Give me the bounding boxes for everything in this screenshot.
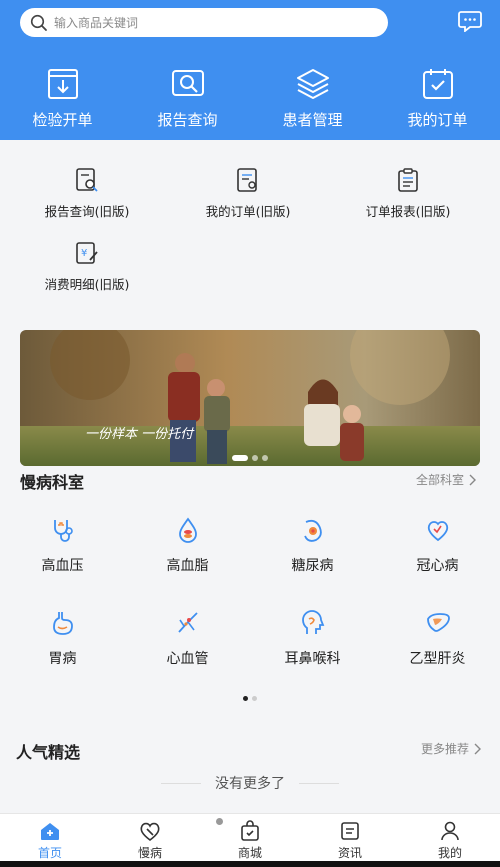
tab-label: 商城 [237, 846, 262, 860]
system-home-bar [0, 861, 500, 867]
dept-label: 胃病 [48, 651, 77, 667]
dept-coronary[interactable]: 冠心病 [375, 517, 500, 575]
dept-label: 冠心病 [416, 558, 459, 574]
nav-label: 报告查询 [157, 111, 218, 129]
more-recommend-label: 更多推荐 [421, 742, 470, 756]
pancreas-icon [303, 519, 322, 542]
tab-mine[interactable]: 我的 [400, 814, 500, 861]
dept-ent[interactable]: 耳鼻喉科 [250, 610, 375, 668]
order-doc-icon [237, 168, 257, 192]
divider [161, 782, 201, 784]
nav-lab-order[interactable]: 检验开单 [0, 66, 125, 130]
nav-label: 患者管理 [282, 111, 343, 129]
promo-banner[interactable]: 一份样本 一份托付 [20, 330, 480, 466]
blood-drop-icon [178, 517, 197, 543]
ent-head-icon [301, 610, 324, 634]
liver-icon [426, 613, 450, 632]
nav-my-orders[interactable]: 我的订单 [375, 66, 500, 130]
news-icon [341, 822, 359, 840]
quick-nav: 检验开单 报告查询 患者管理 我的订单 [0, 66, 500, 130]
search-input[interactable]: 输入商品关键词 [20, 8, 388, 37]
banner-indicator [20, 455, 480, 461]
dept-label: 乙型肝炎 [409, 651, 466, 667]
report-search-icon [76, 168, 98, 192]
dept-diabetes[interactable]: 糖尿病 [250, 517, 375, 575]
tab-label: 资讯 [337, 846, 362, 860]
menu-label: 消费明细(旧版) [44, 277, 130, 292]
app-header: 输入商品关键词 检验开单 报告查询 患者管理 我的订单 [0, 0, 500, 140]
heart-icon [427, 521, 448, 542]
menu-expense-detail-old[interactable]: ¥ 消费明细(旧版) [7, 240, 167, 293]
dept-stomach[interactable]: 胃病 [0, 610, 125, 668]
dept-label: 心血管 [166, 651, 209, 667]
chevron-right-icon [469, 474, 477, 485]
layers-icon [296, 69, 329, 99]
chronic-section-title: 慢病科室 [20, 473, 85, 492]
all-departments-link[interactable]: 全部科室 [416, 471, 477, 488]
more-recommend-link[interactable]: 更多推荐 [421, 740, 482, 757]
nav-report-query[interactable]: 报告查询 [125, 66, 250, 130]
user-icon [441, 821, 459, 841]
chevron-right-icon [474, 743, 482, 754]
pager-dot[interactable] [252, 696, 257, 701]
clipboard-list-icon [398, 168, 418, 192]
banner-dot[interactable] [252, 455, 258, 461]
no-more-text: 没有更多了 [215, 776, 285, 792]
banner-image: 一份样本 一份托付 [20, 330, 480, 466]
blood-vessel-icon [177, 612, 198, 633]
menu-label: 订单报表(旧版) [365, 204, 451, 219]
banner-caption: 一份样本 一份托付 [85, 427, 195, 442]
menu-order-report-old[interactable]: 订单报表(旧版) [328, 167, 488, 220]
yen-edit-icon: ¥ [76, 242, 98, 264]
divider [299, 782, 339, 784]
bottom-tab-bar: 首页 慢病 商城 资讯 我的 [0, 813, 500, 861]
dept-hyperlipidemia[interactable]: 高血脂 [125, 517, 250, 575]
floating-dot [216, 818, 223, 825]
tab-home[interactable]: 首页 [0, 814, 100, 861]
search-placeholder: 输入商品关键词 [54, 16, 139, 30]
dept-label: 高血脂 [166, 558, 209, 574]
nav-patient-manage[interactable]: 患者管理 [250, 66, 375, 130]
menu-my-orders-old[interactable]: 我的订单(旧版) [168, 167, 328, 220]
tab-label: 我的 [437, 846, 462, 860]
dept-hypertension[interactable]: 高血压 [0, 517, 125, 575]
nav-label: 检验开单 [32, 111, 93, 129]
tab-mall[interactable]: 商城 [200, 814, 300, 861]
dept-cardiovascular[interactable]: 心血管 [125, 610, 250, 668]
shopping-bag-icon [241, 820, 259, 841]
banner-dot[interactable] [262, 455, 268, 461]
dept-label: 糖尿病 [291, 558, 334, 574]
stomach-icon [52, 612, 73, 635]
tab-chronic[interactable]: 慢病 [100, 814, 200, 861]
dept-hepatitis-b[interactable]: 乙型肝炎 [375, 610, 500, 668]
stethoscope-icon [53, 520, 73, 542]
check-clipboard-icon [422, 69, 453, 99]
department-pager [0, 696, 500, 701]
pager-dot[interactable] [243, 696, 248, 701]
nav-label: 我的订单 [407, 111, 468, 129]
tab-news[interactable]: 资讯 [300, 814, 400, 861]
pill-heart-icon [140, 822, 160, 842]
banner-dot[interactable] [232, 455, 248, 461]
menu-report-query-old[interactable]: 报告查询(旧版) [7, 167, 167, 220]
dept-label: 耳鼻喉科 [284, 651, 341, 667]
svg-text:¥: ¥ [81, 248, 87, 259]
all-departments-label: 全部科室 [416, 473, 465, 487]
no-more-hint: 没有更多了 [0, 773, 500, 793]
tab-label: 首页 [37, 846, 62, 860]
menu-label: 我的订单(旧版) [205, 204, 291, 219]
home-icon [41, 823, 59, 840]
download-doc-icon [47, 69, 78, 99]
search-icon [30, 14, 47, 31]
tab-label: 慢病 [137, 846, 162, 860]
menu-label: 报告查询(旧版) [44, 204, 130, 219]
popular-section-title: 人气精选 [16, 743, 81, 762]
dept-label: 高血压 [41, 558, 84, 574]
chat-icon[interactable] [458, 10, 482, 32]
search-screen-icon [171, 70, 204, 96]
